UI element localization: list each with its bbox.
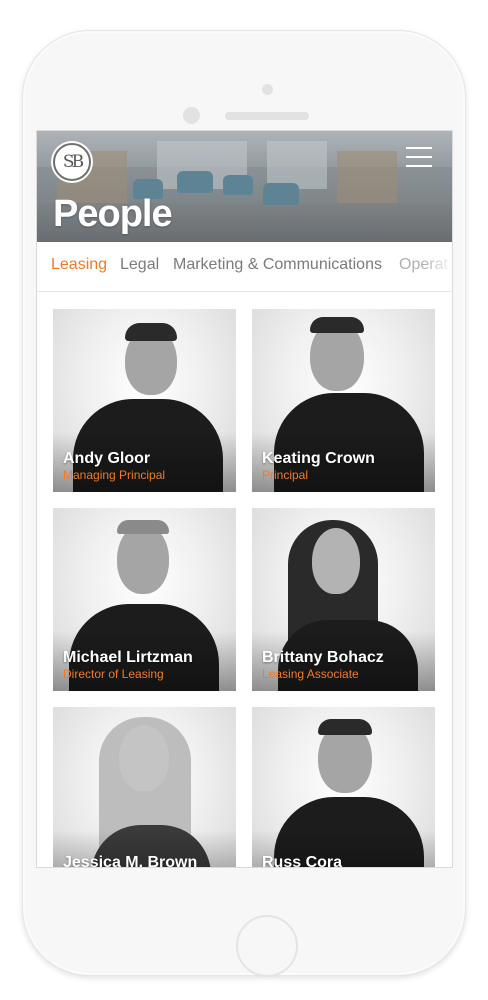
screen: SB People Leasing Legal Marketing & Comm… — [36, 130, 453, 868]
photo-head — [117, 524, 169, 594]
person-card[interactable]: Andy Gloor Managing Principal — [53, 309, 236, 492]
menu-line — [406, 165, 432, 167]
photo-hair — [117, 520, 169, 534]
logo-icon[interactable]: SB — [53, 143, 91, 181]
person-role: Leasing Associate — [262, 667, 359, 681]
category-tabs: Leasing Legal Marketing & Communications… — [37, 242, 452, 292]
menu-line — [406, 147, 432, 149]
person-role: Managing Principal — [63, 468, 166, 482]
person-name: Keating Crown — [262, 450, 375, 467]
photo-hair — [310, 317, 364, 333]
logo-text: SB — [62, 152, 84, 172]
earpiece-speaker — [225, 112, 309, 120]
person-name: Andy Gloor — [63, 450, 151, 467]
person-name: Jessica M. Brown — [63, 854, 198, 868]
person-card[interactable]: Michael Lirtzman Director of Leasing — [53, 508, 236, 691]
person-card[interactable]: Keating Crown Principal — [252, 309, 435, 492]
person-card[interactable]: Jessica M. Brown — [53, 707, 236, 868]
person-name: Brittany Bohacz — [262, 649, 384, 666]
tabs-fade-mask — [424, 242, 452, 291]
tab-marketing-communications[interactable]: Marketing & Communications — [173, 256, 382, 274]
menu-line — [406, 156, 432, 158]
front-camera — [262, 84, 273, 95]
page-title: People — [53, 193, 173, 235]
hamburger-menu-icon[interactable] — [406, 147, 432, 167]
tab-leasing[interactable]: Leasing — [51, 256, 107, 274]
photo-head — [312, 528, 360, 594]
home-button[interactable] — [236, 915, 298, 977]
person-name: Michael Lirtzman — [63, 649, 193, 666]
photo-hair — [318, 719, 372, 735]
person-card[interactable]: Russ Cora — [252, 707, 435, 868]
photo-head — [119, 725, 169, 791]
header-hero: SB People — [37, 131, 452, 242]
tab-legal[interactable]: Legal — [120, 256, 159, 274]
person-name: Russ Cora — [262, 854, 343, 868]
proximity-sensor — [183, 107, 200, 124]
person-role: Director of Leasing — [63, 667, 164, 681]
photo-hair — [125, 323, 177, 341]
person-card[interactable]: Brittany Bohacz Leasing Associate — [252, 508, 435, 691]
person-role: Principal — [262, 468, 309, 482]
